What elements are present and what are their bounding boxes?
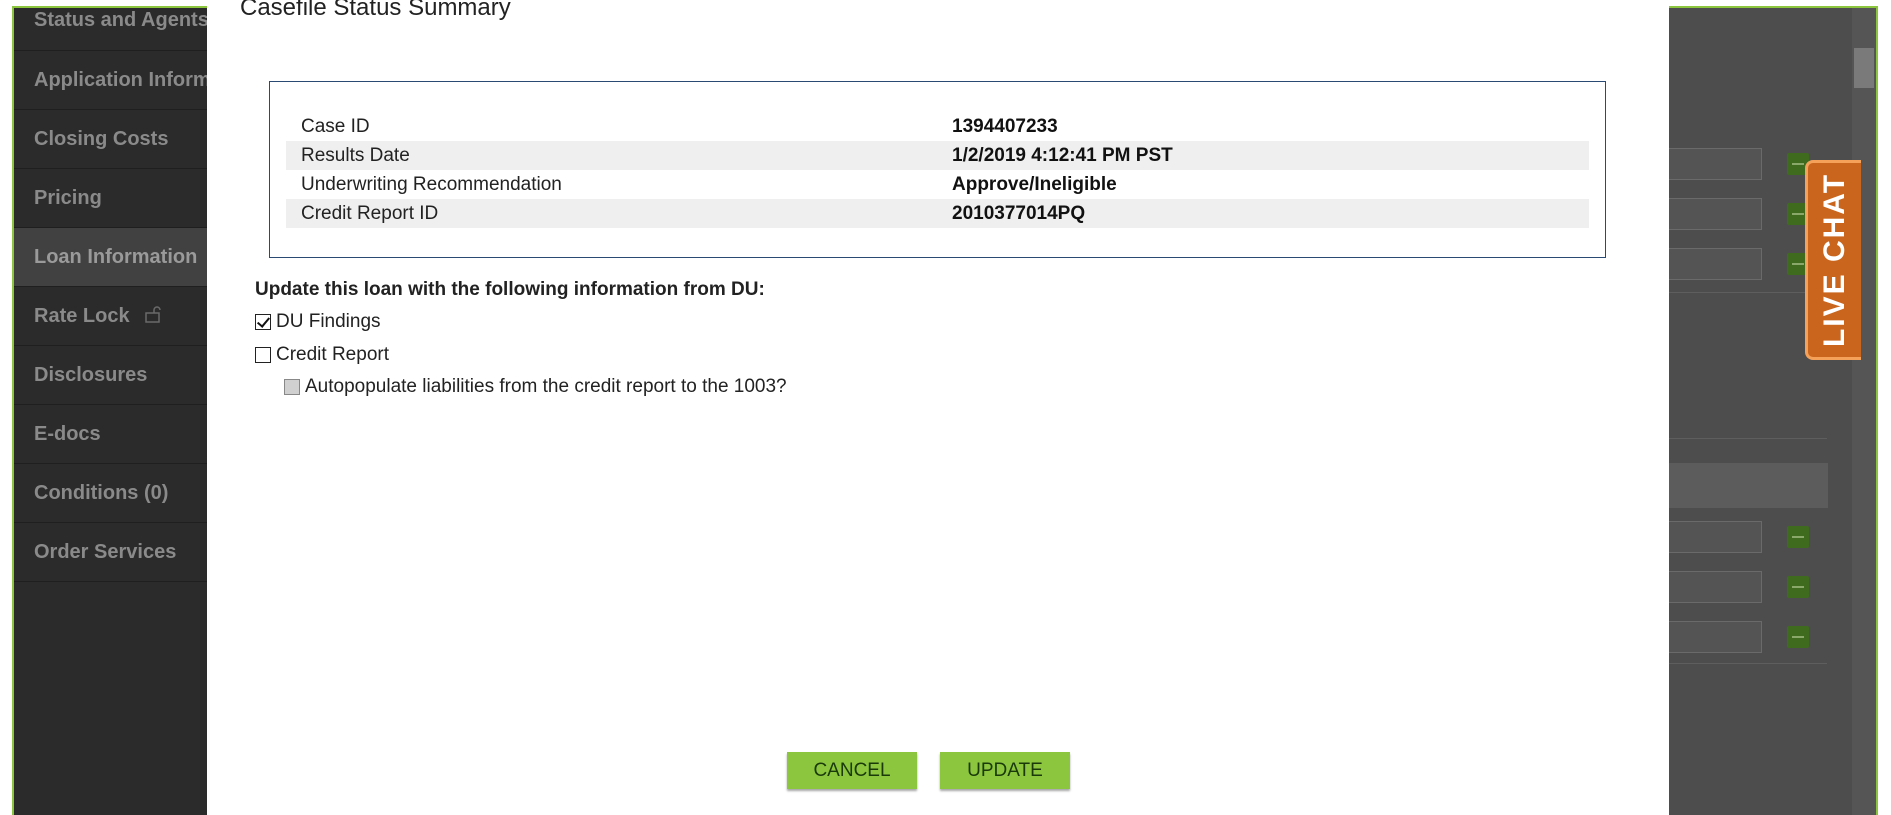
autopopulate-label: Autopopulate liabilities from the credit… xyxy=(305,376,787,397)
sidebar-item-status-and-agents[interactable]: Status and Agents xyxy=(14,8,209,51)
cancel-button[interactable]: CANCEL xyxy=(787,752,917,789)
summary-value: Approve/Ineligible xyxy=(952,174,1117,195)
live-chat-label: LIVE CHAT xyxy=(1817,172,1851,348)
divider xyxy=(1667,438,1827,439)
background-field xyxy=(1667,198,1762,230)
sidebar-item-pricing[interactable]: Pricing xyxy=(14,169,209,228)
du-findings-checkbox[interactable] xyxy=(255,314,271,330)
remove-icon xyxy=(1787,626,1809,648)
remove-icon xyxy=(1787,526,1809,548)
sidebar-item-label: Status and Agents xyxy=(34,9,209,31)
sidebar-item-label: Rate Lock xyxy=(34,305,130,327)
credit-report-option[interactable]: Credit Report xyxy=(255,344,389,366)
sidebar-item-disclosures[interactable]: Disclosures xyxy=(14,346,209,405)
sidebar-item-label: Conditions (0) xyxy=(34,482,169,504)
autopopulate-checkbox xyxy=(284,379,300,395)
summary-label: Underwriting Recommendation xyxy=(301,174,562,195)
dialog-title: Casefile Status Summary xyxy=(240,0,511,21)
unlock-icon xyxy=(145,288,161,346)
sidebar-item-label: Pricing xyxy=(34,187,102,209)
casefile-summary-table: Case ID 1394407233 Results Date 1/2/2019… xyxy=(269,81,1606,258)
remove-icon xyxy=(1787,576,1809,598)
background-field xyxy=(1667,571,1762,603)
summary-row: Underwriting Recommendation Approve/Inel… xyxy=(286,170,1589,199)
live-chat-button[interactable]: LIVE CHAT xyxy=(1805,160,1861,360)
page-scrollbar[interactable] xyxy=(1852,8,1876,815)
summary-value: 2010377014PQ xyxy=(952,203,1086,224)
summary-label: Credit Report ID xyxy=(301,203,439,224)
summary-label: Case ID xyxy=(301,116,370,137)
sidebar-item-label: Closing Costs xyxy=(34,128,169,150)
summary-value: 1/2/2019 4:12:41 PM PST xyxy=(952,145,1173,166)
summary-row: Case ID 1394407233 xyxy=(286,112,1589,141)
sidebar-item-application-information[interactable]: Application Information xyxy=(14,51,258,110)
sidebar-item-closing-costs[interactable]: Closing Costs xyxy=(14,110,209,169)
sidebar-item-e-docs[interactable]: E-docs xyxy=(14,405,209,464)
credit-report-checkbox[interactable] xyxy=(255,347,271,363)
summary-value: 1394407233 xyxy=(952,116,1058,137)
autopopulate-option: Autopopulate liabilities from the credit… xyxy=(284,376,787,398)
du-findings-option[interactable]: DU Findings xyxy=(255,311,381,333)
sidebar-item-loan-information[interactable]: Loan Information xyxy=(14,228,209,287)
update-heading: Update this loan with the following info… xyxy=(255,279,765,300)
background-field xyxy=(1667,521,1762,553)
divider xyxy=(1667,663,1827,664)
summary-row: Credit Report ID 2010377014PQ xyxy=(286,199,1589,228)
background-field xyxy=(1667,248,1762,280)
sidebar-nav: Status and Agents Application Informatio… xyxy=(14,8,258,815)
credit-report-label: Credit Report xyxy=(276,344,389,365)
update-button[interactable]: UPDATE xyxy=(940,752,1070,789)
background-form-panel xyxy=(1667,8,1876,815)
sidebar-item-order-services[interactable]: Order Services xyxy=(14,523,209,582)
sidebar-item-label: Disclosures xyxy=(34,364,148,386)
background-section-header xyxy=(1667,463,1828,508)
summary-label: Results Date xyxy=(301,145,410,166)
scrollbar-thumb[interactable] xyxy=(1854,48,1874,88)
divider xyxy=(1667,292,1827,293)
sidebar-item-label: Order Services xyxy=(34,541,177,563)
sidebar-item-rate-lock[interactable]: Rate Lock xyxy=(14,287,209,346)
sidebar-item-label: Loan Information xyxy=(34,246,198,268)
du-findings-label: DU Findings xyxy=(276,311,381,332)
casefile-status-dialog: Casefile Status Summary Case ID 13944072… xyxy=(207,0,1669,815)
summary-row: Results Date 1/2/2019 4:12:41 PM PST xyxy=(286,141,1589,170)
background-field xyxy=(1667,621,1762,653)
sidebar-item-label: E-docs xyxy=(34,423,101,445)
background-field xyxy=(1667,148,1762,180)
sidebar-item-conditions[interactable]: Conditions (0) xyxy=(14,464,209,523)
